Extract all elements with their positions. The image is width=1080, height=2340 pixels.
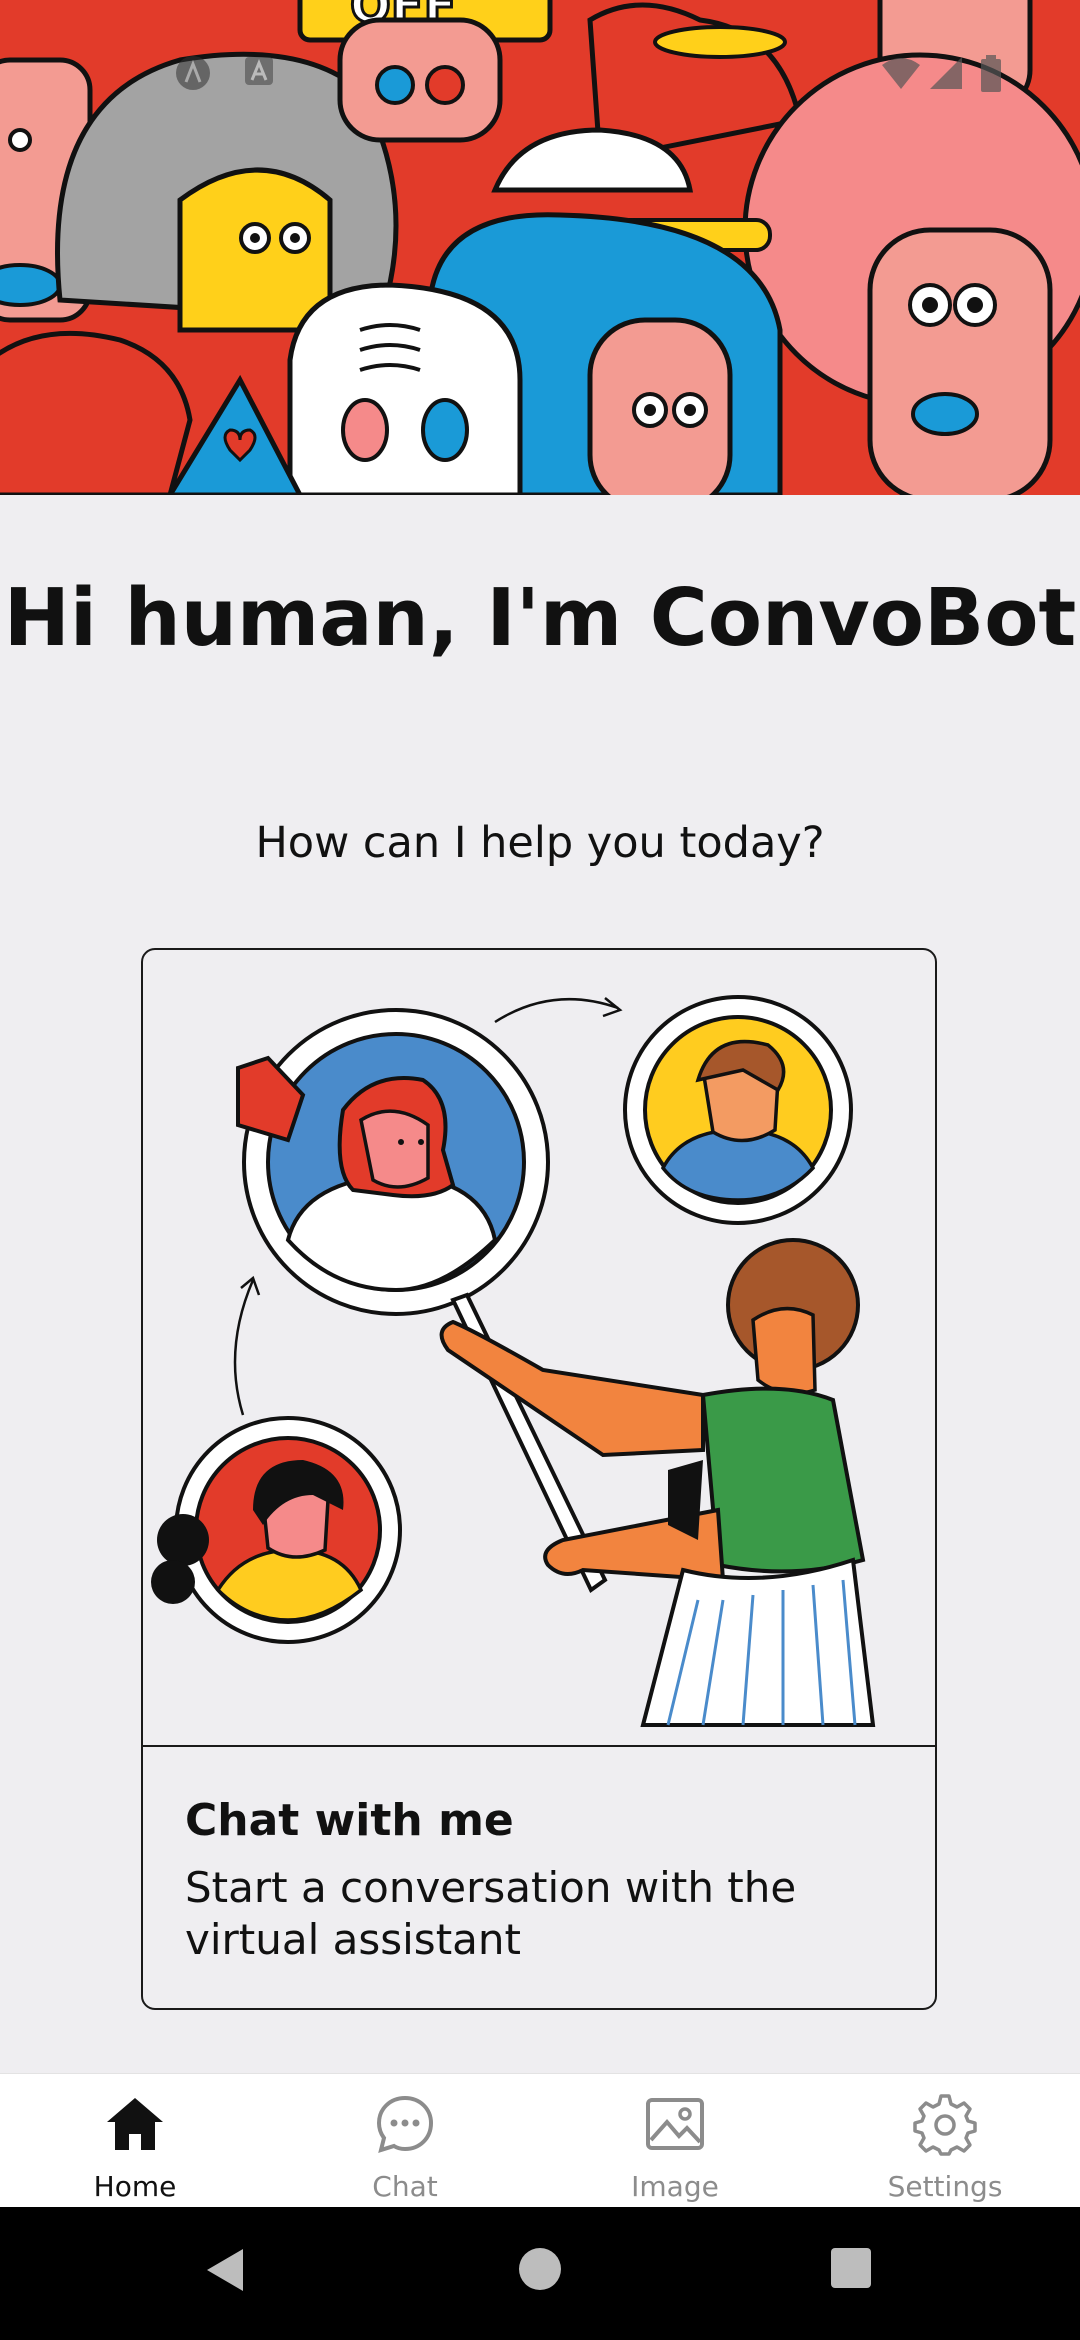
wifi-icon (882, 58, 920, 89)
home-icon (107, 2098, 163, 2150)
battery-icon (981, 55, 1001, 92)
card-title: Chat with me (185, 1795, 514, 1846)
nav-label-settings: Settings (887, 2170, 1003, 2203)
nav-item-chat[interactable]: Chat (270, 2074, 540, 2208)
bottom-navigation: Home Chat Image Settings (0, 2073, 1080, 2208)
status-bar (0, 0, 1080, 140)
back-icon[interactable] (205, 2247, 245, 2293)
gear-icon (913, 2094, 977, 2156)
chat-with-me-card[interactable]: Chat with me Start a conversation with t… (141, 948, 937, 2010)
notification-a-icon (245, 57, 273, 85)
page-subtitle: How can I help you today? (255, 818, 825, 868)
nav-label-chat: Chat (372, 2170, 438, 2203)
home-circle-icon[interactable] (518, 2247, 562, 2291)
signal-icon (930, 57, 962, 89)
nav-item-settings[interactable]: Settings (810, 2074, 1080, 2208)
notification-a-icon (176, 56, 210, 90)
chat-bubble-icon (376, 2095, 434, 2153)
system-navigation-bar (0, 2207, 1080, 2340)
recents-square-icon[interactable] (830, 2247, 872, 2289)
nav-label-image: Image (631, 2170, 719, 2203)
nav-label-home: Home (93, 2170, 177, 2203)
card-description: Start a conversation with the virtual as… (185, 1863, 797, 1964)
card-divider (143, 1745, 935, 1747)
page-title: Hi human, I'm ConvoBot (3, 572, 1077, 664)
nav-item-home[interactable]: Home (0, 2074, 270, 2208)
nav-item-image[interactable]: Image (540, 2074, 810, 2208)
image-icon (646, 2098, 704, 2150)
card-illustration (143, 950, 935, 1745)
